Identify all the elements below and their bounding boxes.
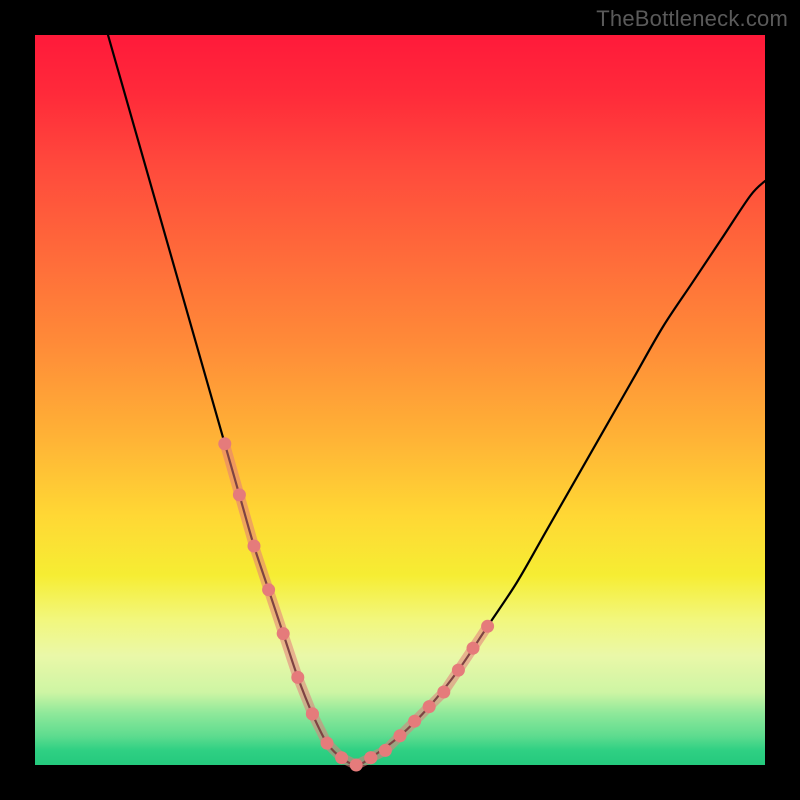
- plot-area: [35, 35, 765, 765]
- marker-dot: [437, 686, 450, 699]
- marker-dots: [218, 437, 494, 771]
- watermark-text: TheBottleneck.com: [596, 6, 788, 32]
- chart-frame: TheBottleneck.com: [0, 0, 800, 800]
- marker-dot: [233, 488, 246, 501]
- marker-dot: [248, 540, 261, 553]
- marker-dot: [481, 620, 494, 633]
- marker-dot: [306, 707, 319, 720]
- marker-dot: [423, 700, 436, 713]
- marker-dot: [350, 759, 363, 772]
- marker-dot: [277, 627, 290, 640]
- marker-connector: [283, 634, 298, 678]
- marker-dot: [452, 664, 465, 677]
- marker-dot: [321, 737, 334, 750]
- marker-dot: [379, 744, 392, 757]
- marker-connector: [225, 444, 240, 495]
- curve-layer: [35, 35, 765, 765]
- main-curve: [108, 35, 765, 765]
- marker-connector: [239, 495, 254, 546]
- marker-connector: [254, 546, 269, 590]
- marker-dot: [262, 583, 275, 596]
- marker-dot: [394, 729, 407, 742]
- marker-dot: [335, 751, 348, 764]
- marker-connector: [269, 590, 284, 634]
- marker-dot: [218, 437, 231, 450]
- marker-dot: [291, 671, 304, 684]
- marker-dot: [364, 751, 377, 764]
- marker-dot: [467, 642, 480, 655]
- marker-dot: [408, 715, 421, 728]
